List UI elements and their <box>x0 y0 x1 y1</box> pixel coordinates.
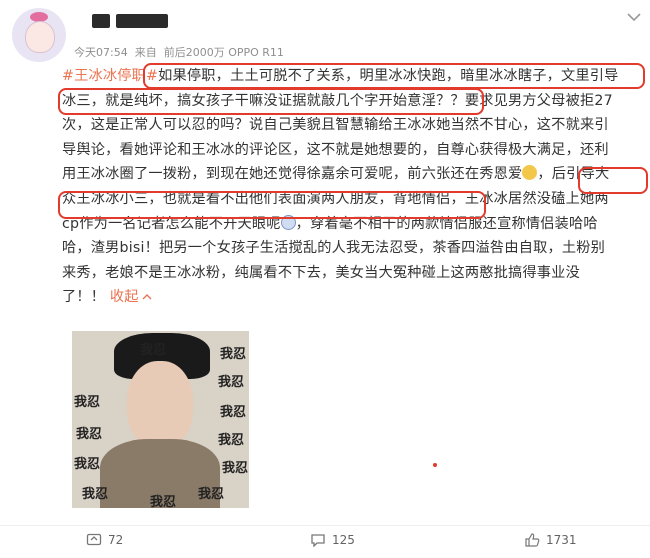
meme-stamp-text: 我忍 <box>140 343 167 358</box>
divider <box>0 525 650 526</box>
comment-button[interactable]: 125 <box>310 533 355 548</box>
meme-stamp-text: 我忍 <box>218 433 245 448</box>
action-bar: 72 125 1731 <box>0 525 650 558</box>
user-avatar[interactable] <box>12 8 66 62</box>
post-body: #王冰冰停职#如果停职，土土可脱不了关系，明里冰冰快跑，暗里冰冰瞎子，文里引导冰… <box>62 64 644 310</box>
post-text: 次，这是正常人可以忍的吗？说自己美貌且智慧输给王冰冰她当然不甘心，这不就来引 <box>62 117 609 134</box>
post-text: 如果停职，土土可脱不了关系，明里冰冰快跑，暗里冰冰瞎子，文里引导 <box>158 68 619 84</box>
collapse-link[interactable]: 收起 <box>110 289 139 305</box>
post-line: 了！！ 收起 <box>62 285 644 310</box>
meme-stamp-text: 我忍 <box>198 487 225 502</box>
post-text: 用王冰冰圈了一拨粉，到现在她还觉得徐嘉余可爱呢，前六张还在秀恩爱 <box>62 166 523 183</box>
post-line: 哈，渣男bisi！把另一个女孩子生活搅乱的人我无法忍受，茶香四溢咎由自取，土粉别 <box>62 236 644 261</box>
post-meta: 今天07:54 来自 前后2000万 OPPO R11 <box>74 44 284 60</box>
post-line: cp作为一名记者怎么能不开天眼呢 ，穿着毫不相干的两款情侣服还宣称情侣装哈哈 <box>62 212 644 237</box>
hashtag-link[interactable]: #王冰冰停职# <box>62 68 158 84</box>
post-text: 哈，渣男bisi！把另一个女孩子生活搅乱的人我无法忍受，茶香四溢咎由自取，土粉别 <box>62 240 606 257</box>
post-text: 了！！ <box>62 289 110 306</box>
eye-emoji-icon <box>280 214 296 230</box>
username-redacted[interactable] <box>92 14 110 28</box>
chevron-up-icon[interactable] <box>142 293 152 301</box>
username-redacted[interactable] <box>116 14 168 28</box>
comment-icon <box>311 534 325 548</box>
post-text: cp作为一名记者怎么能不开天眼呢 <box>62 215 281 232</box>
comment-count: 125 <box>332 533 355 547</box>
post-line: 来秀，老娘不是王冰冰粉，纯属看不下去，美女当大冤种碰上这两憨批搞得事业没 <box>62 261 644 286</box>
repost-icon <box>86 533 102 546</box>
meme-stamp-text: 我忍 <box>74 395 101 410</box>
red-dot <box>433 463 437 467</box>
post-text: ，穿着毫不相干的两款情侣服还宣称情侣装哈哈 <box>295 215 598 232</box>
meme-stamp-text: 我忍 <box>220 347 247 362</box>
post-device[interactable]: 前后2000万 OPPO R11 <box>164 46 284 59</box>
post-time[interactable]: 今天07:54 <box>74 46 128 59</box>
repost-button[interactable]: 72 <box>86 533 123 547</box>
post-line: #王冰冰停职#如果停职，土土可脱不了关系，明里冰冰快跑，暗里冰冰瞎子，文里引导 <box>62 64 644 89</box>
meme-stamp-text: 我忍 <box>76 427 103 442</box>
post-text: 导舆论，看她评论和王冰冰的评论区，这不就是她想要的，自尊心获得极大满足，还利 <box>62 141 609 158</box>
meme-stamp-text: 我忍 <box>82 487 109 502</box>
meme-stamp-text: 我忍 <box>222 461 249 476</box>
post-text: 冰三，就是纯坏，搞女孩子干嘛没证据就敲几个字开始意淫？？要求见男方父母被拒27 <box>62 92 613 109</box>
post-text: ，后引导大 <box>537 166 610 183</box>
post-line: 冰三，就是纯坏，搞女孩子干嘛没证据就敲几个字开始意淫？？要求见男方父母被拒27 <box>62 89 644 114</box>
meme-stamp-text: 我忍 <box>218 375 245 390</box>
avatar-face <box>25 21 55 53</box>
meme-image[interactable]: 我忍 我忍 我忍 我忍 我忍 我忍 我忍 我忍 我忍 我忍 我忍 我忍 <box>72 331 249 508</box>
repost-count: 72 <box>108 533 124 547</box>
post-text: 来秀，老娘不是王冰冰粉，纯属看不下去，美女当大冤种碰上这两憨批搞得事业没 <box>62 264 580 281</box>
like-button[interactable]: 1731 <box>524 533 577 547</box>
meme-stamp-text: 我忍 <box>74 457 101 472</box>
post-line: 众王冰冰小三，也就是看不出他们表面演两人朋友，背地情侣，王冰冰居然没磕上她两 <box>62 187 644 212</box>
meme-stamp-text: 我忍 <box>150 495 177 508</box>
post-source-label: 来自 <box>134 46 157 59</box>
crying-laugh-emoji-icon <box>522 165 538 181</box>
post-line: 导舆论，看她评论和王冰冰的评论区，这不就是她想要的，自尊心获得极大满足，还利 <box>62 138 644 163</box>
chevron-down-icon[interactable] <box>626 12 642 22</box>
thumbs-up-icon <box>525 533 540 547</box>
post-line: 次，这是正常人可以忍的吗？说自己美貌且智慧输给王冰冰她当然不甘心，这不就来引 <box>62 113 644 138</box>
post-text: 众王冰冰小三，也就是看不出他们表面演两人朋友，背地情侣，王冰冰居然没磕上她两 <box>62 190 609 207</box>
like-count: 1731 <box>546 533 577 547</box>
meme-stamp-text: 我忍 <box>220 405 247 420</box>
post-line: 用王冰冰圈了一拨粉，到现在她还觉得徐嘉余可爱呢，前六张还在秀恩爱 ，后引导大 <box>62 162 644 187</box>
meme-face <box>127 361 193 447</box>
